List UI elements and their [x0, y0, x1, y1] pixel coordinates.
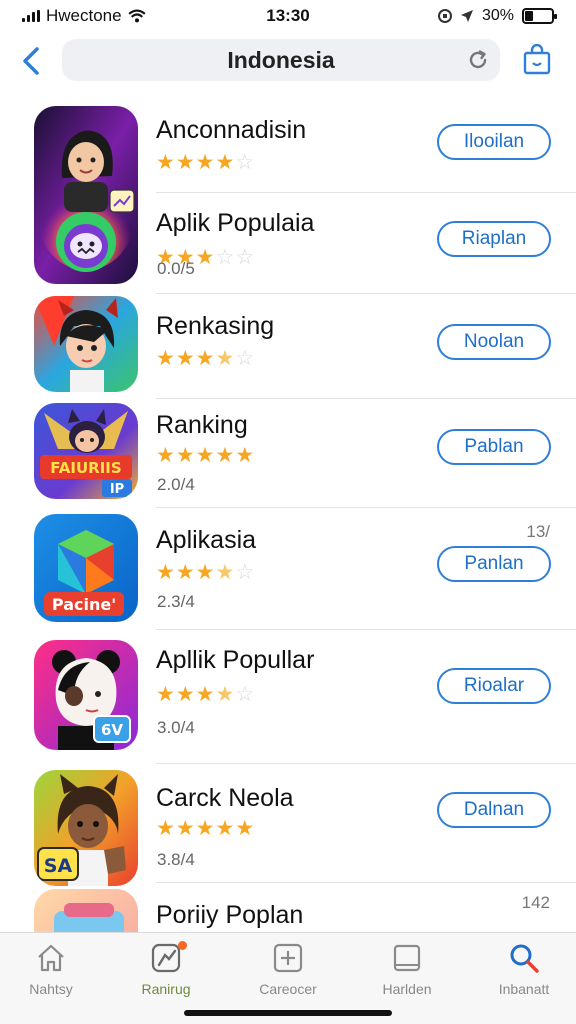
app-name: Poriiy Poplan	[156, 901, 304, 929]
rating-score: 2.0/4	[157, 475, 195, 494]
tab-label: Ranirug	[141, 981, 191, 997]
divider	[156, 629, 576, 630]
icon-wordmark: SA	[44, 855, 73, 877]
divider	[156, 763, 576, 764]
home-indicator[interactable]	[184, 1010, 392, 1016]
app-name: Aplik Populaia	[156, 209, 315, 237]
tab-home[interactable]: Nahtsy	[1, 941, 101, 1003]
star-rating: ★★★★★	[156, 444, 256, 467]
icon-wordmark: Pacine'	[52, 595, 116, 614]
rank-number: 142	[521, 893, 550, 912]
icon-wordmark: FAIURIIS	[50, 459, 121, 477]
app-icon-cat-girl[interactable]: SA	[34, 770, 138, 886]
app-icon-cube-logo[interactable]: Pacine'	[34, 514, 138, 622]
app-list: Anconnadisin ★★★★☆ Ilooilan Aplik Popula…	[0, 96, 576, 932]
tab-label: Inbanatt	[498, 981, 550, 997]
app-icon-fox-girl[interactable]	[34, 296, 138, 392]
icon-badge-text: 6V	[101, 721, 123, 739]
tab-ranking[interactable]: Ranirug	[116, 941, 216, 1003]
navigation-bar: Indonesia	[0, 38, 576, 84]
tab-label: Nahtsy	[29, 981, 73, 997]
app-icon-cat-warrior[interactable]: FAIURIIS IP	[34, 403, 138, 499]
divider	[156, 192, 576, 193]
star-rating: ★★★★☆	[156, 561, 256, 584]
app-name: Aplikasia	[156, 526, 257, 554]
get-button[interactable]: Riaplan	[437, 221, 551, 257]
home-icon	[38, 944, 64, 972]
page-title: Indonesia	[227, 46, 335, 73]
clock: 13:30	[266, 6, 310, 25]
tab-library[interactable]: Harlden	[357, 941, 457, 1003]
app-name: Renkasing	[156, 312, 275, 340]
rating-score: 3.8/4	[157, 850, 195, 869]
rating-score: 3.0/4	[157, 718, 195, 737]
divider	[156, 293, 576, 294]
battery-icon	[522, 8, 557, 24]
star-rating: ★★★★☆	[156, 151, 256, 174]
rank-number: 13/	[526, 522, 550, 541]
divider	[156, 398, 576, 399]
star-rating: ★★★★★	[156, 817, 256, 840]
back-chevron-icon	[23, 47, 39, 75]
get-button[interactable]: Pablan	[437, 429, 551, 465]
search-icon	[510, 944, 539, 973]
rating-score: 0.0/5	[157, 259, 195, 278]
get-button[interactable]: Dalnan	[437, 792, 551, 828]
get-button[interactable]: Rioalar	[437, 668, 551, 704]
app-icon-panda-girl[interactable]: 6V	[34, 640, 138, 750]
rating-score: 2.3/4	[157, 592, 195, 611]
get-button[interactable]: Panlan	[437, 546, 551, 582]
app-name: Apllik Popullar	[156, 646, 315, 674]
add-square-icon	[273, 943, 303, 973]
divider	[156, 507, 576, 508]
tab-search[interactable]: Inbanatt	[474, 941, 574, 1003]
tablet-icon	[393, 944, 421, 972]
get-button[interactable]: Ilooilan	[437, 124, 551, 160]
tab-label: Careocer	[259, 981, 317, 997]
notification-dot	[178, 941, 187, 950]
shopping-bag-button[interactable]	[520, 42, 554, 78]
app-icon-ghost-character[interactable]	[34, 106, 138, 284]
tab-label: Harlden	[382, 981, 432, 997]
app-name: Carck Neola	[156, 784, 294, 812]
app-name: Ranking	[156, 411, 248, 439]
shopping-bag-icon	[523, 44, 551, 75]
icon-badge-text: IP	[110, 482, 124, 497]
get-button[interactable]: Noolan	[437, 324, 551, 360]
app-icon-partial[interactable]	[34, 889, 138, 932]
reload-icon[interactable]	[466, 48, 490, 72]
status-bar: Hwectone 13:30 30%	[0, 0, 576, 32]
star-rating: ★★★★☆	[156, 347, 256, 370]
address-field[interactable]: Indonesia	[62, 39, 500, 81]
tab-create[interactable]: Careocer	[238, 941, 338, 1003]
back-button[interactable]	[16, 44, 46, 78]
divider	[156, 882, 576, 883]
app-name: Anconnadisin	[156, 116, 307, 144]
star-rating: ★★★★☆	[156, 683, 256, 706]
